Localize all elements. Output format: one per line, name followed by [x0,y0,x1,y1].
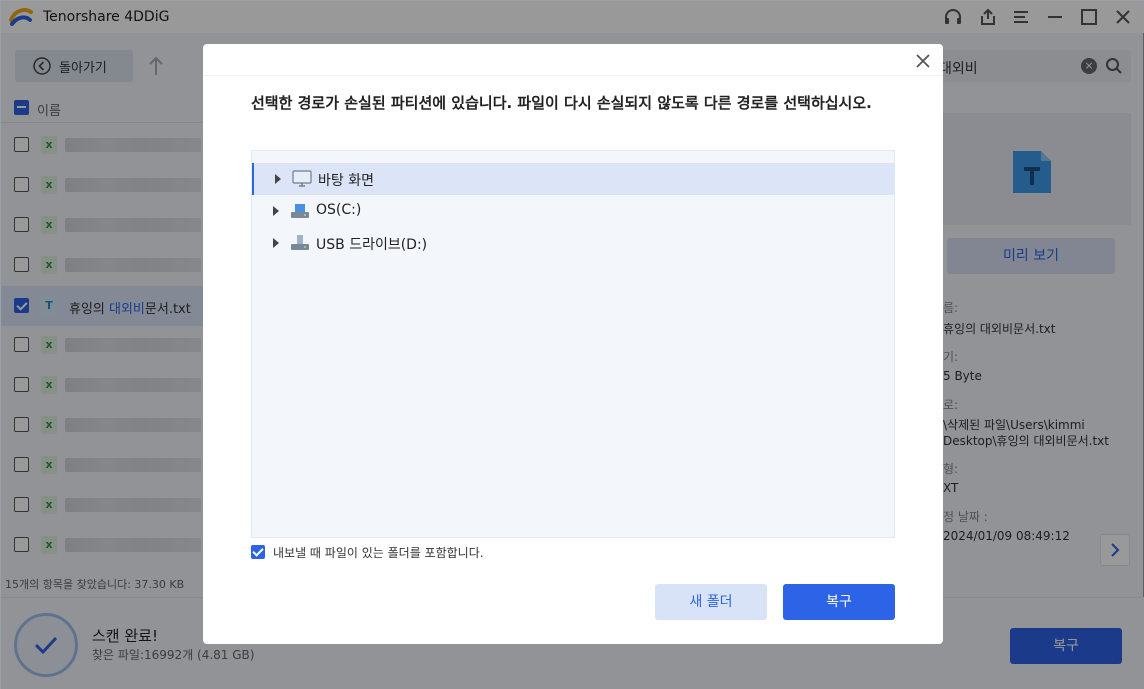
tree-item-label: USB 드라이브(D:) [316,237,428,253]
include-folder-checkbox[interactable] [251,545,265,559]
tree-item-desktop[interactable]: 바탕 화면 [252,163,894,195]
select-path-dialog: 선택한 경로가 손실된 파티션에 있습니다. 파일이 다시 손실되지 않도록 다… [203,44,943,644]
app-window: Tenorshare 4DDiG 돌아가기 대외비 × 이름 x x x x T… [0,0,1144,689]
expand-arrow-icon[interactable] [273,238,279,248]
monitor-icon [292,170,312,187]
dialog-message: 선택한 경로가 손실된 파티션에 있습니다. 파일이 다시 손실되지 않도록 다… [251,94,872,112]
new-folder-button[interactable]: 새 폴더 [655,584,767,620]
tree-item-label: OS(C:) [316,202,362,218]
drive-icon [291,204,309,218]
tree-item-label: 바탕 화면 [318,173,374,189]
tree-item-usb-d[interactable]: USB 드라이브(D:) [252,227,894,259]
usb-drive-icon [291,235,309,250]
dialog-divider [203,75,943,76]
close-icon[interactable] [913,51,933,71]
folder-tree: 바탕 화면 OS(C:) USB 드라이브(D:) [251,150,895,538]
include-folder-label[interactable]: 내보낼 때 파일이 있는 폴더를 포함합니다. [273,544,484,561]
dialog-recover-button[interactable]: 복구 [783,584,895,620]
expand-arrow-icon[interactable] [275,174,281,184]
tree-item-os-c[interactable]: OS(C:) [252,195,894,227]
expand-arrow-icon[interactable] [273,206,279,216]
